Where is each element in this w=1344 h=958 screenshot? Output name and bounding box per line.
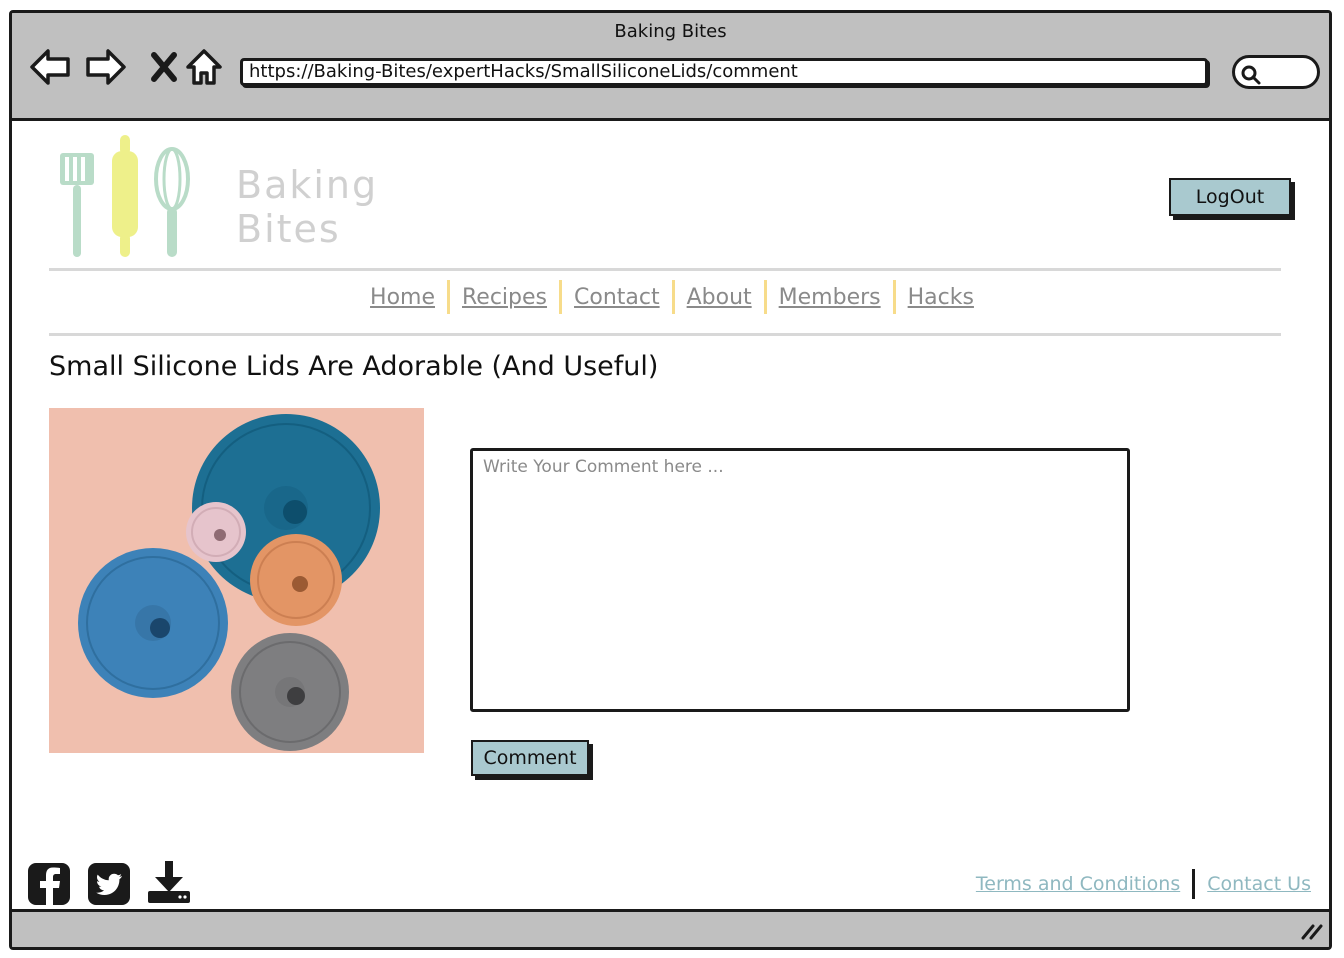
nav-link-members[interactable]: Members [767,285,893,310]
silicone-lids-photo [49,408,424,753]
browser-window: Baking Bites https://Baking-Bites/expert… [9,10,1332,950]
main-nav: Home Recipes Contact About Members Hacks [12,279,1329,315]
search-icon [1241,65,1261,85]
nav-link-about[interactable]: About [675,285,764,310]
browser-statusbar [12,909,1329,947]
logo-line-2: Bites [236,207,341,251]
footer-links: Terms and Conditions Contact Us [976,869,1311,899]
browser-search-field[interactable] [1232,55,1320,89]
forward-arrow-icon[interactable] [84,45,128,89]
footer-separator [1192,869,1196,899]
page-title: Small Silicone Lids Are Adorable (And Us… [49,351,659,382]
resize-grip-icon[interactable] [1299,922,1323,940]
back-arrow-icon[interactable] [28,45,72,89]
contact-us-link[interactable]: Contact Us [1207,873,1311,895]
download-icon[interactable] [146,861,192,907]
nav-divider-top [49,268,1281,271]
nav-divider-bottom [49,333,1281,336]
terms-link[interactable]: Terms and Conditions [976,873,1180,895]
browser-titlebar: Baking Bites https://Baking-Bites/expert… [12,13,1329,121]
site-logo[interactable]: Baking Bites [56,133,376,261]
nav-link-home[interactable]: Home [358,285,447,310]
close-x-icon[interactable] [142,45,186,89]
nav-link-hacks[interactable]: Hacks [896,285,986,310]
url-bar[interactable]: https://Baking-Bites/expertHacks/SmallSi… [240,58,1208,86]
home-icon[interactable] [182,45,226,89]
comment-button[interactable]: Comment [471,740,589,776]
facebook-icon[interactable] [26,861,72,907]
nav-link-contact[interactable]: Contact [562,285,672,310]
logo-line-1: Baking [236,163,379,207]
logout-button[interactable]: LogOut [1169,178,1291,216]
logo-text: Baking Bites [236,163,378,251]
nav-link-recipes[interactable]: Recipes [450,285,559,310]
baking-utensils-logo-icon [60,135,190,257]
comment-textarea[interactable] [470,448,1130,712]
twitter-icon[interactable] [86,861,132,907]
window-title: Baking Bites [614,21,727,42]
